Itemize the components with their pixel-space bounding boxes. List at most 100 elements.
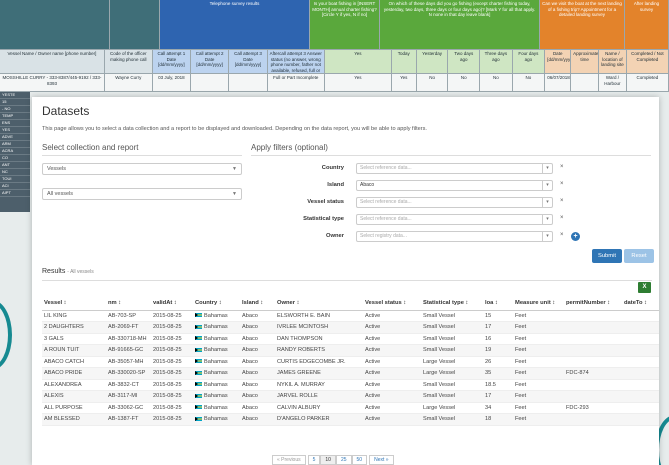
table-cell: Feet [513,379,564,391]
filter-island-select[interactable]: Abaco ▾ [356,180,553,191]
filter-label: Island [327,182,344,188]
column-header[interactable]: nm ↕ [106,297,151,311]
report-select[interactable]: All vessels ▼ [42,188,242,200]
table-row[interactable]: ALEXIS AB-3117-MI 2015-08-25 Bahamas Abaco JA… [42,390,659,403]
table-cell: ABACO PRIDE [42,367,106,380]
filter-statistical-type-select[interactable]: Select reference data... ▾ [356,214,553,225]
column-header[interactable]: loa ↕ [483,297,513,311]
table-cell: Bahamas [193,402,240,414]
spreadsheet-subheader-cell: Completed / Not Completed [626,50,669,74]
table-cell: Active [363,333,421,345]
table-cell: 2015-08-25 [151,413,193,426]
column-header[interactable]: Owner ↕ [275,297,363,311]
bahamas-flag-icon [195,370,202,375]
column-header[interactable]: validAt ↕ [151,297,193,311]
next-page-button[interactable]: Next » [369,455,394,465]
table-cell: JAMES GREENE [275,367,363,380]
table-cell: Bahamas [193,413,240,426]
spreadsheet-subheader-cell: Call attempt 3 Date [dd/mm/yyyy] [229,50,268,74]
filter-country-select[interactable]: Select reference data... ▾ [356,163,553,174]
table-row[interactable]: 2 DAUGHTERS AB-2069-FT 2015-08-25 Bahamas Ab… [42,321,659,334]
table-header-row: Vessel ↕ nm ↕ validAt ↕ Country ↕ Island ↕ Ow… [42,297,659,311]
table-cell: 17 [483,321,513,334]
collection-select-value: Vessels [47,166,66,172]
filter-label: Owner [325,233,344,239]
table-cell: CURTIS EDGECOMBE JR. [275,356,363,368]
table-cell: 26 [483,356,513,368]
spreadsheet-row-label: TOUI [0,176,30,183]
bahamas-flag-icon [195,336,202,341]
table-cell: 19 [483,344,513,357]
column-header[interactable]: Island ↕ [240,297,275,311]
clear-icon[interactable]: × [560,181,564,187]
table-row[interactable]: ABACO PRIDE AB-330020-SP 2015-08-25 Bahamas… [42,367,659,380]
spreadsheet-row-label: ADVE [0,134,30,141]
spreadsheet-row-label: TEMP [0,113,30,120]
page-size-10-button[interactable]: 10 [320,455,336,465]
spreadsheet-row-label: - NO [0,106,30,113]
column-header[interactable]: Statistical type ↕ [421,297,483,311]
chevron-down-icon: ▾ [542,164,552,173]
chevron-down-icon: ▼ [232,191,237,197]
spreadsheet-subheader-cell: Today [391,50,417,74]
table-cell: AB-35057-MH [106,356,151,368]
table-cell: Abaco [240,379,275,391]
table-cell: Large Vessel [421,356,483,368]
table-cell: Abaco [240,356,275,368]
table-cell: AM BLESSED [42,413,106,426]
table-cell: Bahamas [193,344,240,357]
table-cell: 17 [483,390,513,403]
bahamas-flag-icon [195,313,202,318]
excel-export-icon[interactable]: X [638,282,651,293]
spreadsheet-row-label: CO [0,155,30,162]
table-cell [564,321,622,334]
collection-select[interactable]: Vessels ▼ [42,163,242,175]
table-cell: JARVEL ROLLE [275,390,363,403]
table-row[interactable]: ABACO CATCH AB-35057-MH 2015-08-25 Bahamas A… [42,356,659,368]
clear-icon[interactable]: × [560,232,564,238]
table-cell: AB-33062-GC [106,402,151,414]
table-row[interactable]: ALL PURPOSE AB-33062-GC 2015-08-25 Bahamas A… [42,402,659,414]
table-row[interactable]: 3 GALS AB-330718-MH 2015-08-25 Bahamas Abaco… [42,333,659,345]
add-icon[interactable]: + [571,232,580,241]
spreadsheet-header-cell [0,0,110,50]
filter-owner-select[interactable]: Select registry data... ▾ [356,231,553,242]
table-row[interactable]: A ROUN TUIT AB-91665-GC 2015-08-25 Bahamas A… [42,344,659,357]
table-cell: Small Vessel [421,344,483,357]
table-cell: Active [363,402,421,414]
clear-icon[interactable]: × [560,164,564,170]
table-cell [564,413,622,426]
spreadsheet-header-cell: After landing survey [625,0,669,50]
page-size-50-button[interactable]: 50 [351,455,368,465]
filter-value: Select reference data... [360,216,412,222]
clear-icon[interactable]: × [560,198,564,204]
datasets-panel: Datasets This page allows you to select … [32,97,659,465]
column-header[interactable]: permitNumber ↕ [564,297,622,311]
table-cell: Active [363,321,421,334]
table-cell: Feet [513,413,564,426]
page-size-5-button[interactable]: 5 [307,455,321,465]
column-header[interactable]: Country ↕ [193,297,240,311]
column-header[interactable]: dateTo ↕ [622,297,659,311]
previous-page-button[interactable]: « Previous [272,455,306,465]
filter-vessel-status-select[interactable]: Select reference data... ▾ [356,197,553,208]
table-row[interactable]: AM BLESSED AB-1387-FT 2015-08-25 Bahamas Aba… [42,413,659,426]
table-cell: Small Vessel [421,310,483,322]
table-row[interactable]: ALEXANDREA AB-3832-CT 2015-08-25 Bahamas Aba… [42,379,659,391]
spreadsheet-row-label: NC [0,169,30,176]
bahamas-flag-icon [195,324,202,329]
spreadsheet-cell [229,74,268,92]
table-cell: A ROUN TUIT [42,344,106,357]
column-header[interactable]: Measure unit ↕ [513,297,564,311]
column-header[interactable]: Vessel status ↕ [363,297,421,311]
submit-button[interactable]: Submit [592,249,622,263]
page-size-25-button[interactable]: 25 [335,455,352,465]
column-header[interactable]: Vessel ↕ [42,297,106,311]
table-cell: Feet [513,310,564,322]
clear-icon[interactable]: × [560,215,564,221]
bahamas-flag-icon [195,382,202,387]
reset-button[interactable]: Reset [624,249,654,263]
table-cell: 18.5 [483,379,513,391]
spreadsheet-subheader-cell: Aftercall attempt 3 Answer status (no an… [267,50,325,74]
table-row[interactable]: LIL KING AB-703-SP 2015-08-25 Bahamas Abaco E… [42,310,659,322]
